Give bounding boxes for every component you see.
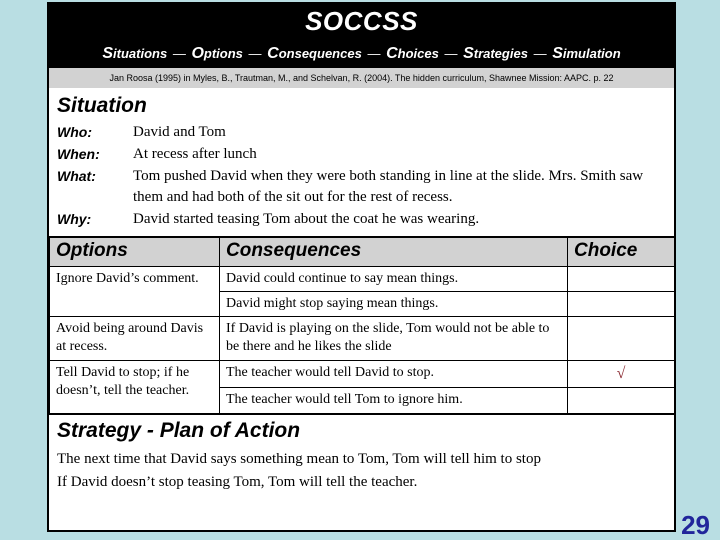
subtitle-rest-situations: ituations bbox=[113, 46, 168, 61]
subtitle-separator-2: — bbox=[248, 46, 262, 61]
situation-label-what: What: bbox=[57, 167, 96, 184]
situation-label-who: Who: bbox=[57, 124, 92, 141]
situation-row-what: What: Tom pushed David when they were bo… bbox=[57, 166, 666, 210]
slide-header: SOCCSS Situations — Options — Consequenc… bbox=[47, 2, 676, 68]
table-row: Avoid being around Davis at recess. If D… bbox=[49, 316, 675, 361]
subtitle-rest-choices: hoices bbox=[397, 46, 439, 61]
option-cell-1: Ignore David’s comment. bbox=[49, 265, 220, 318]
strategy-section: Strategy - Plan of Action The next time … bbox=[49, 415, 674, 495]
subtitle-cap-s: S bbox=[102, 45, 114, 62]
column-header-options: Options bbox=[49, 236, 220, 267]
choice-cell-3b[interactable] bbox=[567, 387, 675, 415]
subtitle-rest-options: ptions bbox=[203, 46, 243, 61]
consequence-cell-3a: The teacher would tell David to stop. bbox=[219, 359, 568, 389]
citation-bar: Jan Roosa (1995) in Myles, B., Trautman,… bbox=[47, 68, 676, 88]
situation-value-when: At recess after lunch bbox=[133, 145, 257, 162]
page-number: 29 bbox=[681, 510, 710, 540]
situation-value-who: David and Tom bbox=[133, 124, 226, 141]
strategy-heading: Strategy - Plan of Action bbox=[57, 418, 301, 442]
subtitle-rest-simulation: imulation bbox=[562, 46, 621, 61]
choice-cell-1b[interactable] bbox=[567, 291, 675, 318]
subtitle-word-options: Options bbox=[191, 45, 243, 62]
table-header-row: Options Consequences Choice bbox=[49, 236, 675, 267]
situation-value-what: Tom pushed David when they were both sta… bbox=[133, 167, 644, 206]
option-cell-3: Tell David to stop; if he doesn’t, tell … bbox=[49, 359, 220, 415]
subtitle-word-simulation: Simulation bbox=[552, 45, 621, 62]
situation-row-why: Why: David started teasing Tom about the… bbox=[57, 209, 666, 231]
subtitle-separator-1: — bbox=[172, 46, 186, 61]
subtitle-rest-strategies: trategies bbox=[473, 46, 528, 61]
citation-text: Jan Roosa (1995) in Myles, B., Trautman,… bbox=[109, 73, 614, 83]
check-icon-3a: √ bbox=[616, 364, 626, 382]
consequence-cell-1a: David could continue to say mean things. bbox=[219, 265, 568, 293]
situation-row-when: When: At recess after lunch bbox=[57, 144, 666, 166]
subtitle-cap-o: O bbox=[191, 45, 204, 62]
subtitle-separator-4: — bbox=[444, 46, 458, 61]
choice-cell-3a[interactable]: √ bbox=[567, 359, 675, 389]
subtitle-separator-3: — bbox=[367, 46, 381, 61]
situation-row-who: Who: David and Tom bbox=[57, 122, 666, 144]
subtitle-word-situations: Situations bbox=[102, 45, 168, 62]
deck-title: SOCCSS bbox=[305, 6, 418, 36]
strategy-line-1: The next time that David says something … bbox=[57, 450, 541, 467]
subtitle-separator-5: — bbox=[533, 46, 547, 61]
column-header-consequences: Consequences bbox=[219, 236, 568, 267]
subtitle-word-choices: Choices bbox=[386, 45, 439, 62]
strategy-line-2: If David doesn’t stop teasing Tom, Tom w… bbox=[57, 474, 418, 491]
situation-heading: Situation bbox=[57, 94, 147, 117]
subtitle-cap-s2: S bbox=[463, 45, 474, 62]
consequence-cell-2a: If David is playing on the slide, Tom wo… bbox=[219, 316, 568, 361]
subtitle-word-consequences: Consequences bbox=[267, 45, 362, 62]
subtitle-cap-c1: C bbox=[267, 45, 279, 62]
table-row: Tell David to stop; if he doesn’t, tell … bbox=[49, 359, 675, 415]
subtitle-word-strategies: Strategies bbox=[463, 45, 528, 62]
subtitle-cap-c2: C bbox=[386, 45, 398, 62]
deck-subtitle: Situations — Options — Consequences — Ch… bbox=[47, 46, 676, 62]
situation-section: Situation Who: David and Tom When: At re… bbox=[49, 88, 674, 231]
options-consequences-table: Options Consequences Choice Ignore David… bbox=[49, 235, 675, 415]
situation-value-why: David started teasing Tom about the coat… bbox=[133, 211, 480, 228]
subtitle-rest-consequences: onsequences bbox=[278, 46, 362, 61]
slide-canvas: SOCCSS Situations — Options — Consequenc… bbox=[0, 0, 720, 540]
column-header-choice: Choice bbox=[567, 236, 675, 267]
option-cell-2: Avoid being around Davis at recess. bbox=[49, 316, 220, 361]
table-row: Ignore David’s comment. David could cont… bbox=[49, 265, 675, 318]
table-body: Ignore David’s comment. David could cont… bbox=[49, 265, 675, 415]
situation-label-why: Why: bbox=[57, 211, 92, 228]
table-header: Options Consequences Choice bbox=[49, 236, 675, 267]
choice-cell-2a[interactable] bbox=[567, 316, 675, 361]
situation-label-when: When: bbox=[57, 145, 100, 162]
consequence-cell-1b: David might stop saying mean things. bbox=[219, 291, 568, 318]
subtitle-cap-s3: S bbox=[552, 45, 563, 62]
slide-body: Situation Who: David and Tom When: At re… bbox=[47, 88, 676, 532]
consequence-cell-3b: The teacher would tell Tom to ignore him… bbox=[219, 387, 568, 415]
choice-cell-1a[interactable] bbox=[567, 265, 675, 293]
